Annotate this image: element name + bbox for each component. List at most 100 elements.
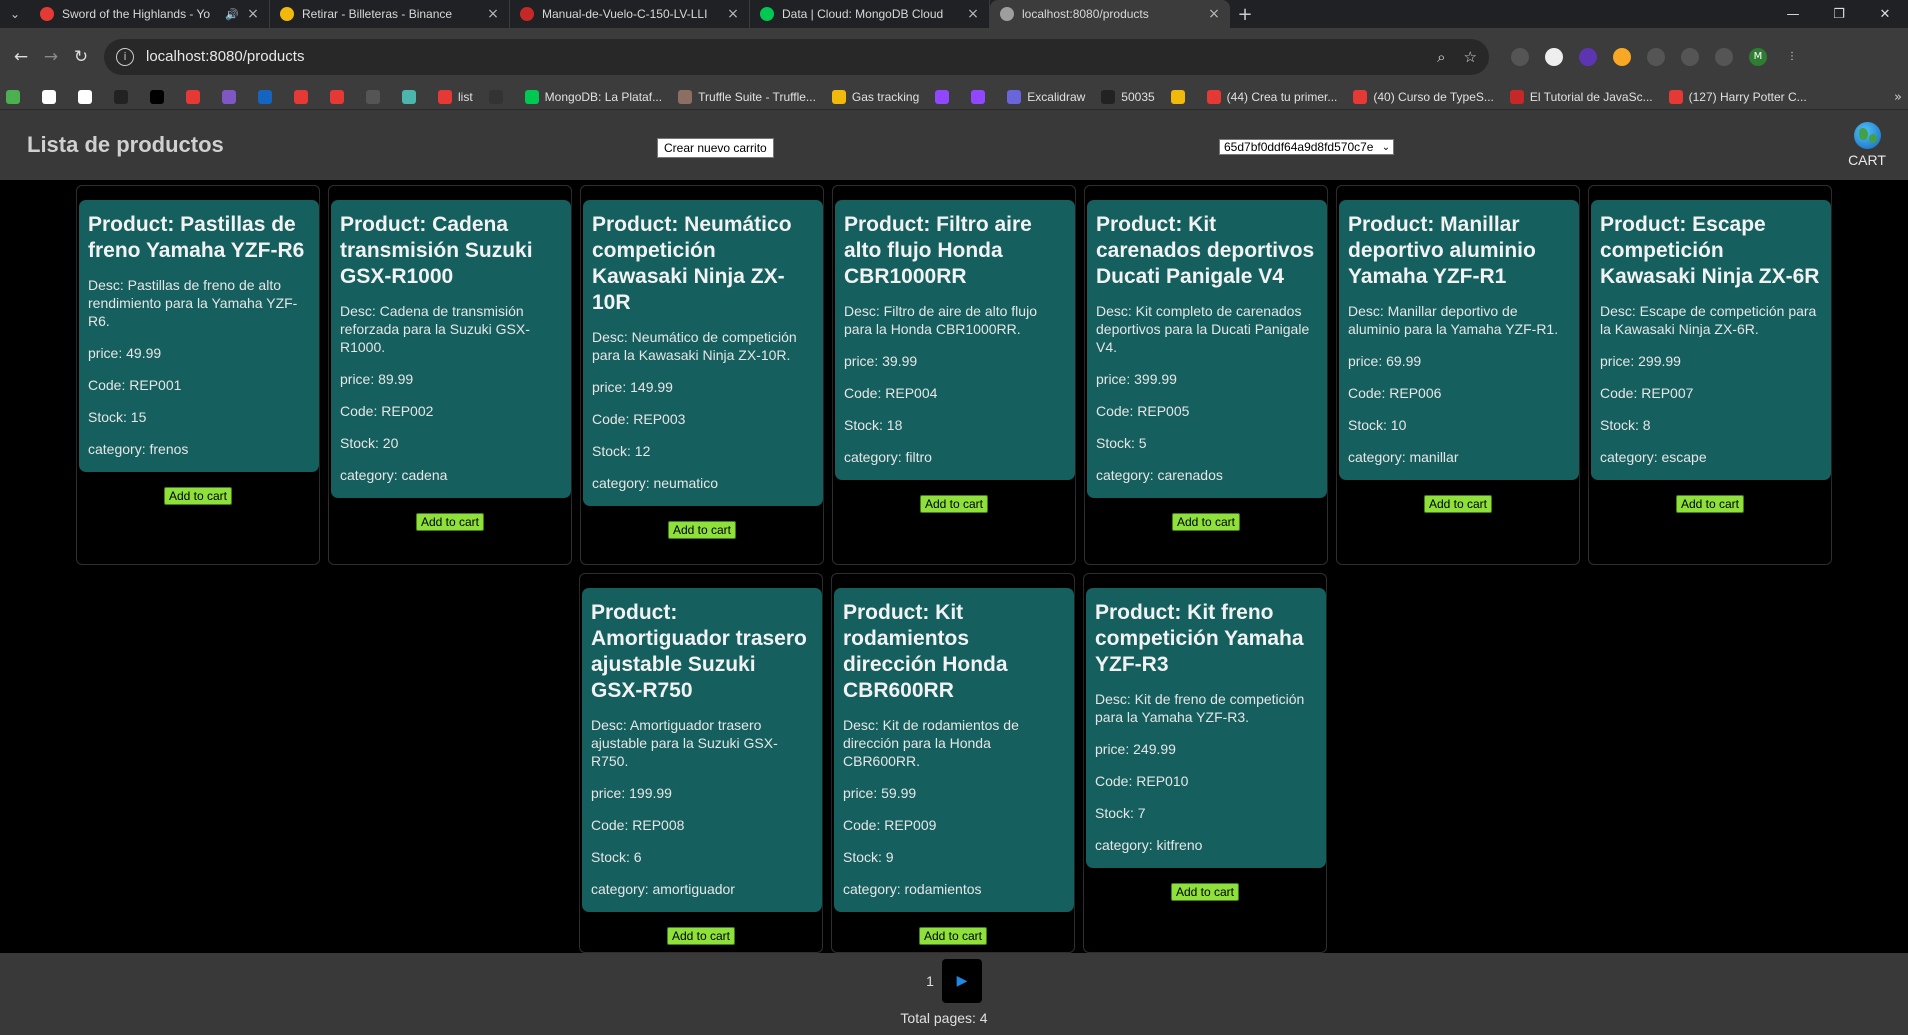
cart-link[interactable]: CART	[1848, 122, 1886, 168]
bookmark-label: Excalidraw	[1027, 90, 1086, 104]
product-description: Desc: Pastillas de freno de alto rendimi…	[88, 277, 298, 329]
close-tab-icon[interactable]: ×	[485, 6, 501, 22]
site-info-icon[interactable]: i	[116, 47, 134, 66]
bookmark-item[interactable]	[114, 90, 128, 104]
add-to-cart-button[interactable]: Add to cart	[666, 927, 736, 945]
bookmark-favicon-icon	[294, 90, 308, 104]
bookmark-favicon-icon	[488, 90, 503, 104]
add-to-cart-button[interactable]: Add to cart	[1675, 495, 1745, 513]
add-to-cart-button[interactable]: Add to cart	[1170, 883, 1240, 901]
address-bar[interactable]: i localhost:8080/products ⌕ ☆	[104, 38, 1489, 75]
bookmark-item[interactable]	[222, 90, 236, 104]
extension-icon[interactable]	[1545, 47, 1563, 66]
bookmark-item[interactable]	[366, 90, 380, 104]
close-tab-icon[interactable]: ×	[245, 6, 261, 22]
close-window-icon[interactable]: ✕	[1862, 0, 1908, 28]
bookmark-item[interactable]	[258, 90, 272, 104]
url-text[interactable]: localhost:8080/products	[146, 48, 1419, 65]
bookmark-item[interactable]	[971, 90, 986, 104]
product-price: price: 299.99	[1600, 353, 1681, 369]
bookmark-item[interactable]: (44) Crea tu primer...	[1206, 90, 1337, 104]
bookmark-label: (40) Curso de TypeS...	[1373, 90, 1494, 104]
bookmark-item[interactable]	[330, 90, 344, 104]
product-cell: Product: Neumático competición Kawasaki …	[580, 185, 824, 565]
bookmark-item[interactable]	[78, 90, 92, 104]
product-category: category: escape	[1600, 449, 1707, 465]
create-cart-button[interactable]: Crear nuevo carrito	[657, 138, 774, 158]
restore-icon[interactable]: ❐	[1816, 0, 1862, 28]
bookmark-favicon-icon	[42, 90, 56, 104]
product-row: Product: Pastillas de freno Yamaha YZF-R…	[76, 185, 1832, 565]
browser-tab[interactable]: localhost:8080/products ×	[990, 0, 1230, 28]
product-card: Product: Pastillas de freno Yamaha YZF-R…	[79, 200, 319, 472]
reload-icon[interactable]: ↻	[66, 42, 96, 72]
bookmark-item[interactable]: Excalidraw	[1007, 90, 1085, 104]
new-tab-button[interactable]: +	[1230, 0, 1260, 28]
product-category: category: neumatico	[592, 475, 719, 491]
product-title: Product: Kit freno competición Yamaha YZ…	[1095, 601, 1304, 676]
add-to-cart-button[interactable]: Add to cart	[918, 927, 988, 945]
zoom-icon[interactable]: ⌕	[1437, 48, 1445, 66]
bookmark-item[interactable]	[488, 90, 503, 104]
close-tab-icon[interactable]: ×	[965, 6, 981, 22]
menu-icon[interactable]: ⋮	[1783, 48, 1801, 66]
bookmark-item[interactable]	[402, 90, 416, 104]
add-to-cart-button[interactable]: Add to cart	[919, 495, 989, 513]
product-title: Product: Amortiguador trasero ajustable …	[591, 601, 807, 702]
browser-tab[interactable]: Manual-de-Vuelo-C-150-LV-LLI ×	[510, 0, 750, 28]
bookmark-item[interactable]	[1170, 90, 1185, 104]
back-icon[interactable]: ←	[6, 42, 36, 72]
browser-tab[interactable]: Data | Cloud: MongoDB Cloud ×	[750, 0, 990, 28]
add-to-cart-button[interactable]: Add to cart	[1171, 513, 1241, 531]
bookmark-item[interactable]	[6, 90, 20, 104]
bookmark-item[interactable]: MongoDB: La Plataf...	[524, 90, 662, 104]
product-cell: Product: Pastillas de freno Yamaha YZF-R…	[76, 185, 320, 565]
bookmark-star-icon[interactable]: ☆	[1464, 48, 1477, 66]
forward-icon[interactable]: →	[36, 42, 66, 72]
close-tab-icon[interactable]: ×	[725, 6, 741, 22]
bookmark-item[interactable]: El Tutorial de JavaSc...	[1509, 90, 1653, 104]
bookmark-item[interactable]: Truffle Suite - Truffle...	[678, 90, 816, 104]
extension-icon[interactable]	[1613, 47, 1631, 66]
page-title: Lista de productos	[27, 132, 224, 157]
extension-icon[interactable]	[1579, 47, 1597, 66]
add-to-cart-button[interactable]: Add to cart	[667, 521, 737, 539]
bookmarks-overflow-icon[interactable]: »	[1894, 90, 1902, 105]
current-page-number[interactable]: 1	[918, 973, 942, 989]
product-code: Code: REP004	[844, 385, 938, 401]
add-to-cart-button[interactable]: Add to cart	[415, 513, 485, 531]
product-card: Product: Cadena transmisión Suzuki GSX-R…	[331, 200, 571, 498]
bookmark-item[interactable]: (127) Harry Potter C...	[1668, 90, 1807, 104]
sidebar-icon[interactable]	[1715, 47, 1733, 66]
product-stock: Stock: 8	[1600, 417, 1651, 433]
bookmark-item[interactable]	[42, 90, 56, 104]
add-to-cart-button[interactable]: Add to cart	[1423, 495, 1493, 513]
media-icon[interactable]	[1681, 47, 1699, 66]
product-grid: Product: Pastillas de freno Yamaha YZF-R…	[0, 185, 1908, 953]
bookmark-item[interactable]: list	[438, 90, 473, 104]
bookmark-item[interactable]	[186, 90, 200, 104]
tab-label: Manual-de-Vuelo-C-150-LV-LLI	[542, 7, 708, 21]
bookmark-item[interactable]	[150, 90, 164, 104]
puzzle-icon[interactable]	[1647, 47, 1665, 66]
globe-icon	[1853, 122, 1881, 149]
audio-icon[interactable]: 🔊	[225, 8, 239, 21]
profile-avatar[interactable]: M	[1749, 47, 1767, 66]
tab-search-icon[interactable]: ⌄	[0, 0, 30, 28]
browser-tab[interactable]: Sword of the Highlands - Yo 🔊 ×	[30, 0, 270, 28]
bookmark-item[interactable]: (40) Curso de TypeS...	[1353, 90, 1494, 104]
browser-tab[interactable]: Retirar - Billeteras - Binance ×	[270, 0, 510, 28]
bookmark-item[interactable]	[294, 90, 308, 104]
bookmark-item[interactable]: Gas tracking	[831, 90, 919, 104]
bookmark-favicon-icon	[971, 90, 986, 104]
bookmark-item[interactable]: 50035	[1101, 90, 1155, 104]
bookmark-favicon-icon	[78, 90, 92, 104]
next-page-button[interactable]: ▶	[942, 959, 982, 1003]
bookmark-item[interactable]	[935, 90, 950, 104]
bookmark-label: Truffle Suite - Truffle...	[698, 90, 816, 104]
close-tab-icon[interactable]: ×	[1206, 6, 1222, 22]
minimize-icon[interactable]: —	[1770, 0, 1816, 28]
add-to-cart-button[interactable]: Add to cart	[163, 487, 233, 505]
cart-select[interactable]: 65d7bf0ddf64a9d8fd570c7e ⌄	[1219, 139, 1394, 155]
extension-icon[interactable]	[1511, 47, 1529, 66]
